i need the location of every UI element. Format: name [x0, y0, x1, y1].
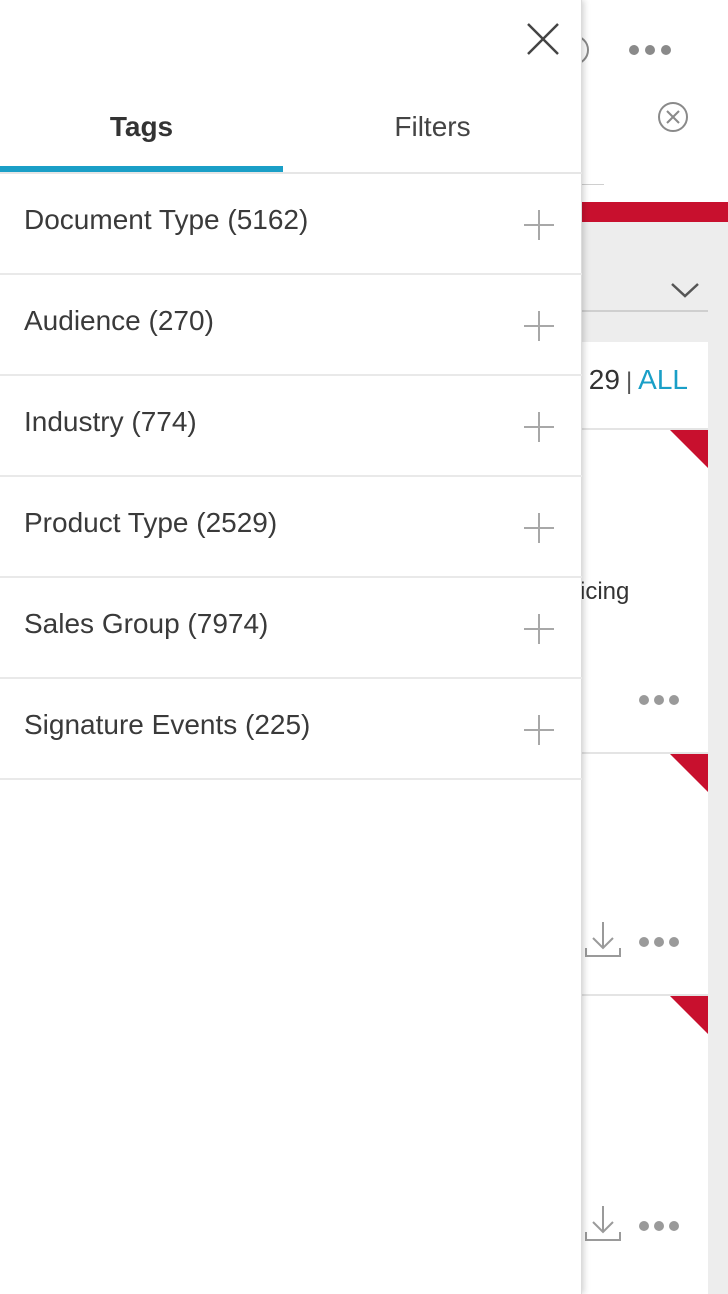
result-count: 29 | ALL	[589, 364, 688, 396]
drawer-tabs: Tags Filters	[0, 98, 582, 174]
tab-filters[interactable]: Filters	[291, 98, 574, 172]
more-dots-icon[interactable]	[638, 692, 680, 708]
tag-category-label: Signature Events (225)	[24, 709, 311, 740]
clear-circle-icon[interactable]	[656, 100, 690, 134]
tag-category-label: Audience (270)	[24, 305, 214, 336]
chevron-down-icon[interactable]	[668, 278, 702, 302]
tag-category-sales-group[interactable]: Sales Group (7974)	[0, 578, 582, 679]
result-count-value: 29	[588, 364, 620, 395]
tag-category-label: Document Type (5162)	[24, 204, 309, 235]
close-icon[interactable]	[522, 18, 564, 60]
plus-icon[interactable]	[522, 511, 556, 545]
tag-category-label: Industry (774)	[24, 406, 197, 437]
tab-tags[interactable]: Tags	[0, 98, 283, 172]
active-tab-indicator	[0, 166, 283, 172]
red-corner-flag-icon	[670, 754, 708, 792]
tags-drawer: Tags Filters Document Type (5162) Audien…	[0, 0, 582, 1294]
tag-category-product-type[interactable]: Product Type (2529)	[0, 477, 582, 578]
count-separator: |	[625, 368, 633, 395]
tag-category-industry[interactable]: Industry (774)	[0, 376, 582, 477]
tag-category-signature-events[interactable]: Signature Events (225)	[0, 679, 582, 780]
plus-icon[interactable]	[522, 410, 556, 444]
tag-category-label: Sales Group (7974)	[24, 608, 269, 639]
red-corner-flag-icon	[670, 996, 708, 1034]
download-icon[interactable]	[582, 918, 624, 960]
more-dots-icon[interactable]	[628, 40, 672, 60]
tag-category-label: Product Type (2529)	[24, 507, 278, 538]
download-icon[interactable]	[582, 1202, 624, 1244]
more-dots-icon[interactable]	[638, 1218, 680, 1234]
red-corner-flag-icon	[670, 430, 708, 468]
tag-category-audience[interactable]: Audience (270)	[0, 275, 582, 376]
tag-category-document-type[interactable]: Document Type (5162)	[0, 174, 582, 275]
tag-category-list: Document Type (5162) Audience (270) Indu…	[0, 174, 582, 780]
plus-icon[interactable]	[522, 208, 556, 242]
all-link[interactable]: ALL	[638, 364, 688, 395]
more-dots-icon[interactable]	[638, 934, 680, 950]
card-snippet: icing	[580, 578, 630, 605]
plus-icon[interactable]	[522, 612, 556, 646]
plus-icon[interactable]	[522, 713, 556, 747]
plus-icon[interactable]	[522, 309, 556, 343]
